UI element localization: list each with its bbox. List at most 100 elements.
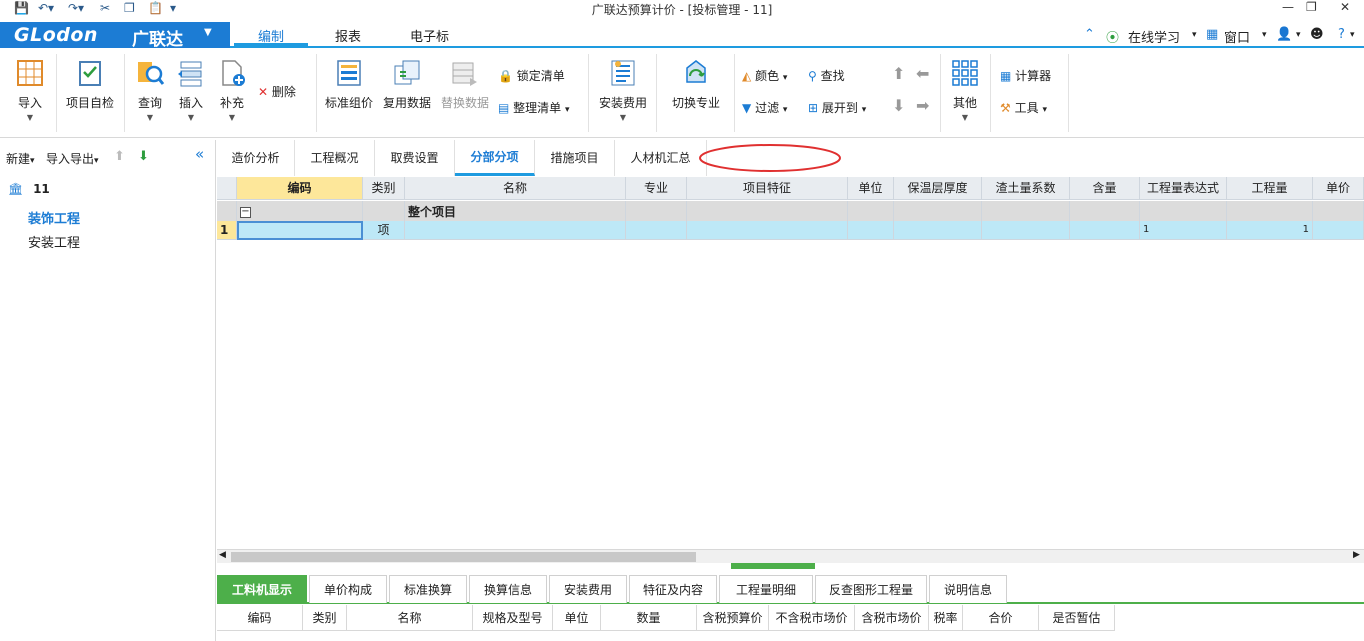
arrow-up-icon[interactable]: ⬆ <box>892 64 905 83</box>
detail-col-quantity[interactable]: 数量 <box>601 605 697 631</box>
detail-col-total[interactable]: 合价 <box>963 605 1039 631</box>
col-header-major[interactable]: 专业 <box>626 177 687 200</box>
switch-major-button[interactable]: 切换专业 <box>666 58 726 111</box>
tab-install-fee[interactable]: 安装费用 <box>549 575 627 603</box>
filter-button[interactable]: ▼ 过滤 ▾ <box>742 99 787 116</box>
detail-col-code[interactable]: 编码 <box>217 605 303 631</box>
delete-button[interactable]: ✕ 删除 <box>258 83 296 100</box>
tab-cost-analysis[interactable]: 造价分析 <box>217 140 295 176</box>
tab-unit-price-composition[interactable]: 单价构成 <box>309 575 387 603</box>
new-button[interactable]: 新建▾ <box>6 150 35 167</box>
arrow-down-icon[interactable]: ⬇ <box>892 96 905 115</box>
tab-project-overview[interactable]: 工程概况 <box>295 140 375 176</box>
restore-icon[interactable]: ❐ <box>1306 0 1317 14</box>
scrollbar-thumb[interactable] <box>231 552 696 562</box>
expand-to-button[interactable]: ⊞ 展开到 ▾ <box>808 99 866 116</box>
self-check-button[interactable]: 项目自检 <box>62 58 118 111</box>
organize-list-button[interactable]: ▤ 整理清单 ▾ <box>498 99 570 116</box>
install-fee-button[interactable]: 安装费用 ▼ <box>596 58 650 122</box>
menu-tab-e-bid[interactable]: 电子标 <box>410 26 449 45</box>
import-export-button[interactable]: 导入导出▾ <box>46 150 99 167</box>
group-row-name[interactable]: 整个项目 <box>405 201 626 223</box>
cell-qty-expr[interactable]: 1 <box>1140 221 1227 240</box>
col-header-qty[interactable]: 工程量 <box>1227 177 1313 200</box>
other-button[interactable]: 其他 ▼ <box>946 58 984 122</box>
detail-col-tax-market-price[interactable]: 含税市场价 <box>855 605 929 631</box>
col-header-type[interactable]: 类别 <box>363 177 405 200</box>
tab-standard-conversion[interactable]: 标准换算 <box>389 575 467 603</box>
col-header-content[interactable]: 含量 <box>1070 177 1140 200</box>
detail-col-spec[interactable]: 规格及型号 <box>473 605 553 631</box>
cell-qty[interactable]: 1 <box>1227 221 1313 240</box>
collapse-toggle-icon[interactable]: − <box>240 207 251 218</box>
user-icon[interactable]: 👤 <box>1276 27 1292 42</box>
import-button[interactable]: 导入 ▼ <box>8 58 52 122</box>
detail-col-tax-rate[interactable]: 税率 <box>929 605 963 631</box>
cell-name[interactable] <box>405 221 626 240</box>
tree-item-installation[interactable]: 安装工程 <box>28 232 80 251</box>
scroll-right-icon[interactable]: ▶ <box>1353 550 1360 560</box>
tab-quantity-detail[interactable]: 工程量明细 <box>719 575 813 603</box>
calculator-button[interactable]: ▦ 计算器 <box>1000 67 1051 84</box>
tab-labor-material-summary[interactable]: 人材机汇总 <box>615 140 707 176</box>
collapse-ribbon-icon[interactable]: ⌃ <box>1084 27 1095 42</box>
standard-pricing-button[interactable]: 标准组价 <box>322 58 376 111</box>
menu-tab-edit[interactable]: 编制 <box>258 26 284 45</box>
col-header-unit[interactable]: 单位 <box>848 177 894 200</box>
arrow-left-icon[interactable]: ⬅ <box>916 64 929 83</box>
minimize-icon[interactable]: — <box>1282 0 1294 14</box>
query-button[interactable]: 查询 ▼ <box>130 58 170 122</box>
col-header-name[interactable]: 名称 <box>405 177 626 200</box>
lock-list-button[interactable]: 🔒 锁定清单 <box>498 67 565 84</box>
tree-item-decoration[interactable]: 装饰工程 <box>28 208 80 227</box>
find-button[interactable]: ⚲ 查找 <box>808 67 845 84</box>
mascot-icon[interactable]: ☻ <box>1310 27 1324 42</box>
tab-sub-items[interactable]: 分部分项 <box>455 140 535 176</box>
col-header-qty-expr[interactable]: 工程量表达式 <box>1140 177 1227 200</box>
window-menu[interactable]: 窗口 <box>1224 27 1250 46</box>
collapse-panel-icon[interactable]: « <box>195 145 204 163</box>
cell-type[interactable]: 项 <box>363 221 405 240</box>
col-header-price[interactable]: 单价 <box>1313 177 1364 200</box>
cell-major[interactable] <box>626 221 687 240</box>
supplement-button[interactable]: 补充 ▼ <box>212 58 252 122</box>
group-row-toggle-cell[interactable]: − <box>237 201 363 223</box>
detail-col-unit[interactable]: 单位 <box>553 605 601 631</box>
app-logo[interactable]: GLodon 广联达 ▼ <box>0 22 230 50</box>
detail-col-pretax-market-price[interactable]: 不含税市场价 <box>769 605 855 631</box>
tab-description[interactable]: 说明信息 <box>929 575 1007 603</box>
tab-fee-settings[interactable]: 取费设置 <box>375 140 455 176</box>
tab-measures[interactable]: 措施项目 <box>535 140 615 176</box>
detail-col-type[interactable]: 类别 <box>303 605 347 631</box>
reuse-data-button[interactable]: 复用数据 <box>380 58 434 111</box>
splitter-handle[interactable] <box>731 563 815 569</box>
cell-price[interactable] <box>1313 221 1364 240</box>
detail-col-tax-budget-price[interactable]: 含税预算价 <box>697 605 769 631</box>
cell-unit[interactable] <box>848 221 894 240</box>
row-number[interactable]: 1 <box>217 221 237 240</box>
tools-button[interactable]: ⚒ 工具 ▾ <box>1000 99 1047 116</box>
move-up-icon[interactable]: ⬆ <box>114 149 125 164</box>
tab-features-content[interactable]: 特征及内容 <box>629 575 717 603</box>
cell-coef[interactable] <box>982 221 1070 240</box>
tree-root-project[interactable]: 🏛 11 <box>8 182 50 196</box>
help-icon[interactable]: ? <box>1338 27 1345 42</box>
cell-content[interactable] <box>1070 221 1140 240</box>
arrow-right-icon[interactable]: ➡ <box>916 96 929 115</box>
move-down-icon[interactable]: ⬇ <box>138 149 149 164</box>
tab-labor-material-display[interactable]: 工料机显示 <box>217 575 307 603</box>
scroll-left-icon[interactable]: ◀ <box>219 550 226 560</box>
tab-conversion-info[interactable]: 换算信息 <box>469 575 547 603</box>
col-header-coef[interactable]: 渣土量系数 <box>982 177 1070 200</box>
replace-data-button[interactable]: 替换数据 <box>438 58 492 111</box>
menu-tab-report[interactable]: 报表 <box>335 26 361 45</box>
close-icon[interactable]: ✕ <box>1340 0 1350 14</box>
color-button[interactable]: ◭ 颜色 ▾ <box>742 67 787 84</box>
col-header-code[interactable]: 编码 <box>237 177 363 200</box>
cell-feature[interactable] <box>687 221 848 240</box>
tab-reverse-graphic-qty[interactable]: 反查图形工程量 <box>815 575 927 603</box>
cell-code[interactable] <box>237 221 363 240</box>
cell-thickness[interactable] <box>894 221 982 240</box>
insert-button[interactable]: 插入 ▼ <box>172 58 210 122</box>
horizontal-scrollbar[interactable]: ◀ ▶ <box>217 549 1364 563</box>
